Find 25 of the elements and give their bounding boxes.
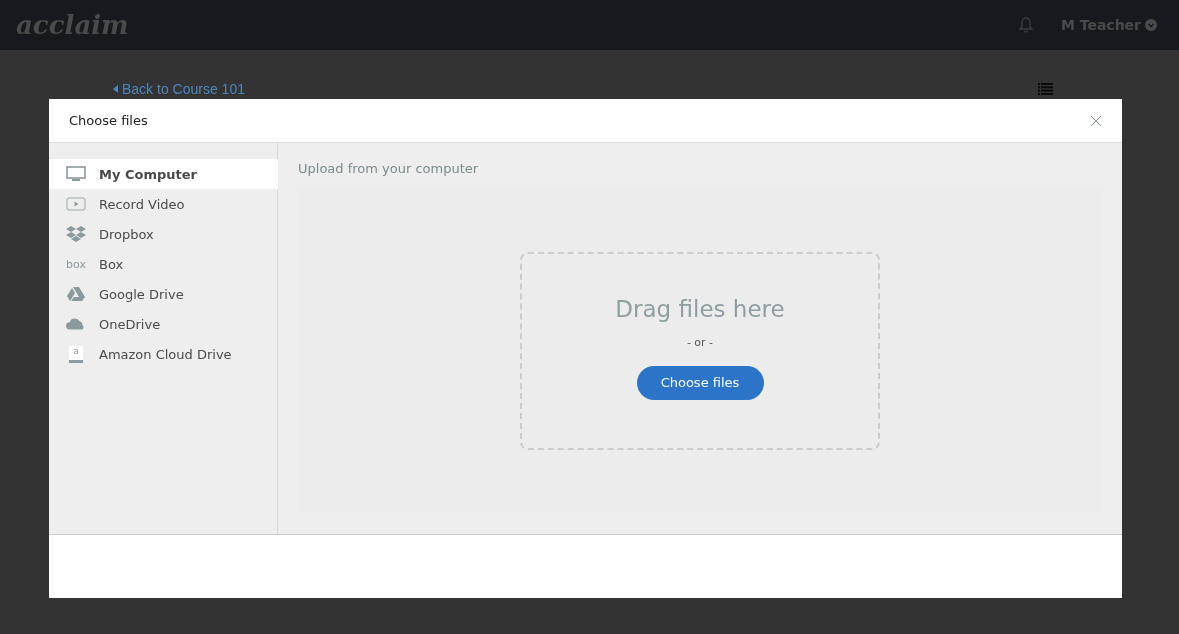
source-item[interactable]: box Box xyxy=(49,249,277,279)
bell-icon[interactable] xyxy=(1018,17,1033,33)
drop-text: Drag files here xyxy=(615,295,785,322)
caret-icon xyxy=(113,85,118,93)
panel-title: Upload from your computer xyxy=(298,161,480,176)
chevron-down-icon[interactable] xyxy=(1145,19,1157,31)
source-item[interactable]: OneDrive xyxy=(49,309,277,339)
dropbox-icon xyxy=(66,225,86,243)
play-icon xyxy=(66,197,86,211)
list-icon[interactable] xyxy=(1038,83,1053,95)
source-item[interactable]: Dropbox xyxy=(49,219,277,249)
source-item[interactable]: a Amazon Cloud Drive xyxy=(49,339,277,369)
dialog-title: Choose files xyxy=(69,113,148,128)
box-logo-icon: box xyxy=(66,257,86,271)
amazon-icon: a xyxy=(69,345,83,363)
source-item[interactable]: Google Drive xyxy=(49,279,277,309)
close-icon[interactable] xyxy=(1090,114,1102,127)
monitor-icon xyxy=(66,166,86,182)
source-item[interactable]: My Computer xyxy=(49,159,278,189)
cloud-icon xyxy=(66,317,86,331)
choose-files-button[interactable]: Choose files xyxy=(636,365,764,400)
drop-zone[interactable]: Drag files here - or - Choose files xyxy=(520,251,880,450)
source-item[interactable]: Record Video xyxy=(49,189,277,219)
drive-icon xyxy=(67,286,85,302)
or-text: - or - xyxy=(686,335,714,349)
